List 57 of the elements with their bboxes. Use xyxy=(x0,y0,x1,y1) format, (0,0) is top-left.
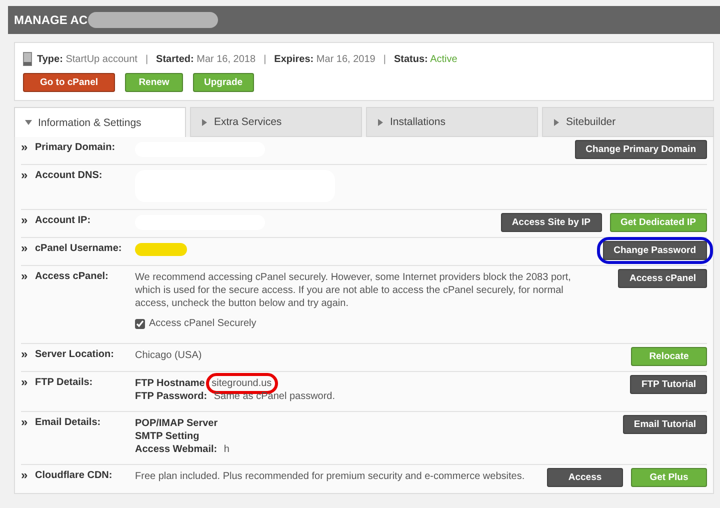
row-button[interactable]: Change Primary Domain xyxy=(574,140,707,159)
row-label: Access cPanel: xyxy=(35,270,110,282)
row-label: Account IP: xyxy=(35,214,92,226)
bullet-mark: » xyxy=(21,375,29,389)
bullet-mark: » xyxy=(21,468,29,482)
row-button[interactable]: Access Site by IP xyxy=(500,213,602,232)
detail-label: POP/IMAP Server xyxy=(135,418,218,429)
row-label: cPanel Username: xyxy=(35,242,123,254)
row-button[interactable]: Email Tutorial xyxy=(622,415,707,434)
row-value: Chicago (USA) xyxy=(135,350,202,361)
separator: | xyxy=(383,54,386,64)
tab[interactable]: Installations xyxy=(366,107,538,137)
row-label: Server Location: xyxy=(35,348,115,360)
summary-field: Started: Mar 16, 2018 xyxy=(156,54,256,64)
row-label: Cloudflare CDN: xyxy=(35,469,114,481)
detail-value: siteground.us xyxy=(212,378,272,389)
detail-label: FTP Password: xyxy=(135,391,208,402)
tab[interactable]: Information & Settings xyxy=(14,107,186,137)
description-text: We recommend accessing cPanel securely. However, some Internet providers block the 2083 port, which is used for the secure access. If you are not able to access the cPanel securely, for normal access, uncheck the button below and try again. xyxy=(135,271,572,310)
bullet-mark: » xyxy=(21,140,29,154)
bullet-mark: » xyxy=(21,168,29,182)
row-button[interactable]: Change Password xyxy=(602,241,707,260)
highlighter-mark xyxy=(135,243,187,256)
bullet-mark: » xyxy=(21,415,29,429)
summary-field: Expires: Mar 16, 2019 xyxy=(274,54,376,64)
caret-right-icon xyxy=(377,118,384,126)
detail-value: h xyxy=(224,444,230,455)
detail-label: SMTP Setting xyxy=(135,431,200,442)
detail-value: Same as cPanel password. xyxy=(214,391,336,402)
row-label: FTP Details: xyxy=(35,376,94,388)
checkbox[interactable] xyxy=(135,318,145,328)
separator: | xyxy=(264,54,266,64)
caret-right-icon xyxy=(201,118,208,126)
row-label: Account DNS: xyxy=(35,169,104,181)
caret-right-icon xyxy=(553,118,560,126)
row-button[interactable]: Access cPanel xyxy=(618,269,707,288)
page-title: MANAGE AC xyxy=(14,13,88,27)
tab[interactable]: Sitebuilder xyxy=(542,107,714,137)
checkbox-label: Access cPanel Securely xyxy=(149,317,256,330)
caret-down-icon xyxy=(25,119,32,126)
row-label: Primary Domain: xyxy=(35,141,116,153)
bullet-mark: » xyxy=(21,269,29,283)
row-value: Free plan included. Plus recommended for premium security and e-commerce websites. xyxy=(135,471,525,482)
bullet-mark: » xyxy=(21,241,29,255)
row-label: Email Details: xyxy=(35,416,102,428)
separator: | xyxy=(145,54,148,64)
account-button[interactable]: Go to cPanel xyxy=(23,73,115,92)
tab[interactable]: Extra Services xyxy=(190,107,362,137)
row-button[interactable]: FTP Tutorial xyxy=(630,375,707,394)
summary-field: Type: StartUp account xyxy=(37,54,138,64)
summary-field: Status: Active xyxy=(394,54,458,64)
bullet-mark: » xyxy=(21,347,29,361)
bullet-mark: » xyxy=(21,213,29,227)
detail-label: Access Webmail: xyxy=(135,444,218,455)
detail-label: FTP Hostname xyxy=(135,378,205,389)
row-button[interactable]: Access xyxy=(547,468,623,487)
server-icon xyxy=(23,52,32,66)
